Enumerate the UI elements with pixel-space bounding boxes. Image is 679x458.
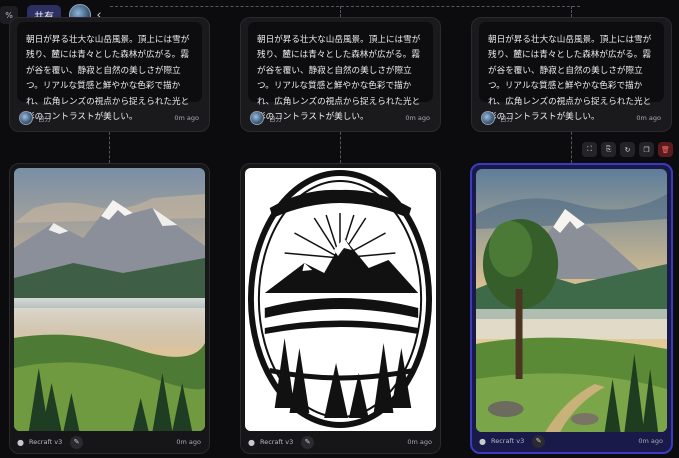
user-icon: ● [248,437,255,447]
author-label: 自分 [500,115,513,123]
prompt-footer: 自分 0m ago [19,109,199,127]
generated-image[interactable] [476,169,667,432]
connector-line [340,6,341,17]
model-chip: ● Recraft v3 [478,437,524,446]
author-label: 自分 [269,115,282,123]
connector-line [340,132,341,163]
timestamp: 0m ago [174,114,199,122]
image-footer: ● Recraft v3 ✎ 0m ago [16,434,201,450]
image-card[interactable]: ● Recraft v3 ✎ 0m ago [9,163,210,454]
connector-line [110,6,580,7]
refresh-icon[interactable]: ↻ [620,142,635,157]
avatar [250,111,264,125]
pencil-icon: ✎ [304,438,311,446]
trash-icon[interactable]: 🗑 [658,142,673,157]
edit-button[interactable]: ✎ [70,435,84,449]
user-icon: ● [479,436,486,446]
timestamp: 0m ago [636,114,661,122]
prompt-text: 朝日が昇る壮大な山岳風景。頂上には雪が残り、麓には青々とした森林が広がる。霧が谷… [248,22,433,122]
model-label: Recraft v3 [29,438,63,446]
fullscreen-icon[interactable]: ⛶ [582,142,597,157]
author-label: 自分 [38,115,51,123]
avatar [481,111,495,125]
timestamp: 0m ago [407,438,432,446]
prompt-footer: 自分 0m ago [481,109,661,127]
model-label: Recraft v3 [491,437,525,445]
model-chip: ● Recraft v3 [16,438,62,447]
prompt-footer: 自分 0m ago [250,109,430,127]
user-icon: ● [17,437,24,447]
avatar [19,111,33,125]
edit-button[interactable]: ✎ [301,435,315,449]
generated-image[interactable] [14,168,205,431]
connector-line [109,132,110,163]
copy-icon[interactable]: ⎘ [601,142,616,157]
prompt-card[interactable]: 朝日が昇る壮大な山岳風景。頂上には雪が残り、麓には青々とした森林が広がる。霧が谷… [240,17,441,132]
image-card-selected[interactable]: ● Recraft v3 ✎ 0m ago [470,163,673,454]
pencil-icon: ✎ [535,437,542,445]
pencil-icon: ✎ [73,438,80,446]
timestamp: 0m ago [638,437,663,445]
timestamp: 0m ago [405,114,430,122]
image-footer: ● Recraft v3 ✎ 0m ago [478,433,663,449]
duplicate-icon[interactable]: ❐ [639,142,654,157]
prompt-card[interactable]: 朝日が昇る壮大な山岳風景。頂上には雪が残り、麓には青々とした森林が広がる。霧が谷… [471,17,672,132]
image-actions-toolbar: ⛶ ⎘ ↻ ❐ 🗑 [582,142,673,157]
image-card[interactable]: ● Recraft v3 ✎ 0m ago [240,163,441,454]
connector-line [571,132,572,163]
model-chip: ● Recraft v3 [247,438,293,447]
edit-button[interactable]: ✎ [532,434,546,448]
image-footer: ● Recraft v3 ✎ 0m ago [247,434,432,450]
connector-line [571,6,572,17]
prompt-card[interactable]: 朝日が昇る壮大な山岳風景。頂上には雪が残り、麓には青々とした森林が広がる。霧が谷… [9,17,210,132]
prompt-text: 朝日が昇る壮大な山岳風景。頂上には雪が残り、麓には青々とした森林が広がる。霧が谷… [479,22,664,122]
generated-image[interactable] [245,168,436,431]
model-label: Recraft v3 [260,438,294,446]
prompt-text: 朝日が昇る壮大な山岳風景。頂上には雪が残り、麓には青々とした森林が広がる。霧が谷… [17,22,202,122]
timestamp: 0m ago [176,438,201,446]
